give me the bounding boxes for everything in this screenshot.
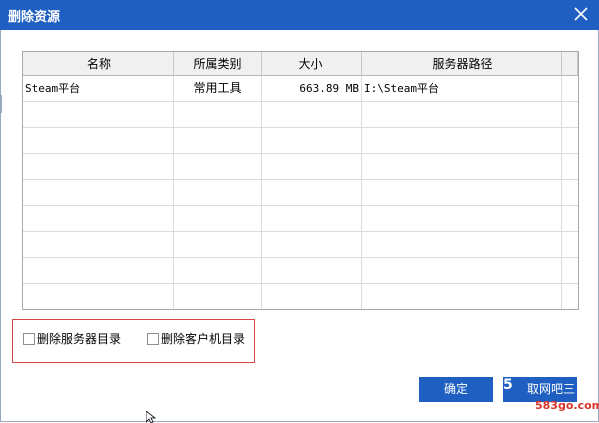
dialog-title: 删除资源 bbox=[8, 10, 61, 25]
column-header-category[interactable]: 所属类别 bbox=[174, 52, 262, 76]
table-row[interactable]: Steam平台 常用工具 663.89 MB I:\Steam平台 bbox=[23, 76, 578, 102]
empty-row bbox=[23, 128, 578, 154]
watermark-logo: 5 bbox=[503, 377, 513, 393]
empty-row bbox=[23, 102, 578, 128]
empty-row bbox=[23, 232, 578, 258]
delete-client-dir-option[interactable]: 删除客户机目录 bbox=[147, 330, 245, 347]
column-header-path[interactable]: 服务器路径 bbox=[362, 52, 562, 76]
title-bar: 删除资源 bbox=[0, 0, 599, 30]
mouse-cursor-icon bbox=[146, 411, 156, 423]
column-header-filler bbox=[562, 52, 578, 76]
column-header-size[interactable]: 大小 bbox=[262, 52, 362, 76]
empty-row bbox=[23, 154, 578, 180]
confirm-button[interactable]: 确定 bbox=[419, 377, 493, 402]
delete-server-dir-option[interactable]: 删除服务器目录 bbox=[23, 330, 121, 347]
empty-row bbox=[23, 180, 578, 206]
delete-server-dir-checkbox[interactable] bbox=[23, 332, 35, 345]
window-edge bbox=[0, 95, 2, 113]
delete-client-dir-checkbox[interactable] bbox=[147, 332, 159, 345]
table-header: 名称 所属类别 大小 服务器路径 bbox=[23, 52, 578, 76]
delete-options-group: 删除服务器目录 删除客户机目录 bbox=[12, 319, 255, 363]
watermark-url: 583go.com bbox=[535, 399, 599, 412]
cell-size: 663.89 MB bbox=[262, 76, 362, 102]
cell-name: Steam平台 bbox=[23, 76, 174, 102]
empty-row bbox=[23, 284, 578, 309]
cell-category: 常用工具 bbox=[174, 76, 262, 102]
delete-server-dir-label: 删除服务器目录 bbox=[37, 332, 122, 346]
empty-row bbox=[23, 206, 578, 232]
cell-path: I:\Steam平台 bbox=[362, 76, 562, 102]
watermark: 5 583go.com bbox=[503, 375, 599, 413]
column-header-name[interactable]: 名称 bbox=[23, 52, 174, 76]
resource-table: 名称 所属类别 大小 服务器路径 Steam平台 常用工具 663.89 MB … bbox=[22, 51, 579, 310]
delete-client-dir-label: 删除客户机目录 bbox=[161, 332, 246, 346]
empty-row bbox=[23, 258, 578, 284]
cell-filler bbox=[562, 76, 578, 102]
close-icon[interactable] bbox=[570, 3, 592, 25]
